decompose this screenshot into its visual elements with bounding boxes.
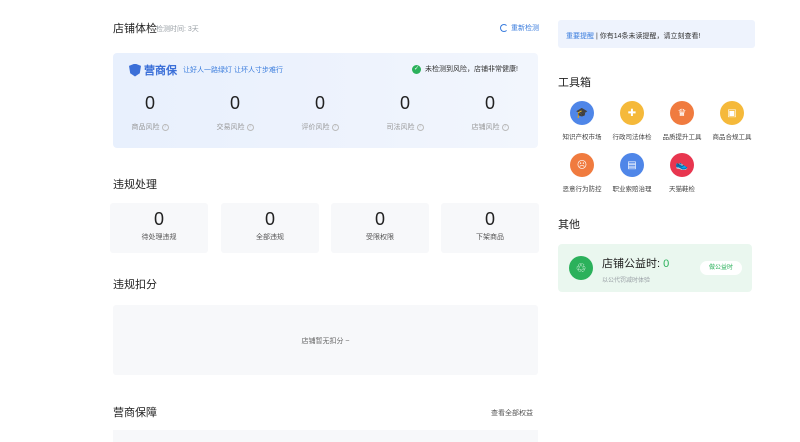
deduction-panel: 店铺暂无扣分 ~: [113, 305, 538, 375]
risk-product[interactable]: 0 商品风险?: [115, 93, 185, 134]
tool-label: 天猫鞋检: [669, 186, 695, 193]
guarantee-title: 营商保障: [113, 407, 157, 419]
risk-label: 店铺风险: [471, 124, 500, 131]
detect-time: 检测时间: 3天: [156, 26, 199, 33]
risk-label: 评价风险: [301, 124, 330, 131]
health-card: 营商保 让好人一路绿灯 让坏人寸步难行 ✓ 未检测到风险，店铺非常健康! 0 商…: [113, 53, 538, 148]
redetect-button[interactable]: 重新检测: [500, 23, 539, 33]
violation-label: 待处理违规: [141, 234, 177, 241]
toolbox-title: 工具箱: [558, 77, 591, 89]
risk-trade[interactable]: 0 交易风险?: [200, 93, 270, 134]
brand-logo: 营商保: [129, 62, 177, 78]
risk-value: 0: [229, 93, 240, 113]
violation-all[interactable]: 0 全部违规: [221, 203, 319, 253]
sad-face-icon: ☹: [570, 153, 594, 177]
tool-quality[interactable]: ♛ 品质提升工具: [657, 101, 707, 141]
violation-delisted[interactable]: 0 下架商品: [441, 203, 539, 253]
help-icon[interactable]: ?: [246, 123, 254, 131]
graduation-icon: 🎓: [570, 101, 594, 125]
notice-banner[interactable]: 重要提醒 | 你有14条未读提醒，请立刻查看!: [558, 20, 755, 48]
other-title: 其他: [558, 219, 580, 231]
deduction-title: 违规扣分: [113, 279, 157, 291]
charity-icon: ♲: [569, 256, 593, 280]
brand-name: 营商保: [144, 65, 177, 77]
help-icon[interactable]: ?: [501, 123, 509, 131]
crown-icon: ♛: [670, 101, 694, 125]
violation-label: 全部违规: [256, 234, 284, 241]
shoe-icon: 👟: [670, 153, 694, 177]
violation-label: 下架商品: [476, 234, 504, 241]
page-title: 店铺体检: [113, 23, 157, 35]
charity-value: 0: [663, 258, 670, 270]
notice-link[interactable]: 重要提醒: [566, 33, 594, 40]
charity-subtitle: 以公代罚减时体验: [602, 278, 651, 284]
tool-label: 知识产权市场: [562, 134, 602, 141]
charity-title: 店铺公益时: 0: [602, 258, 670, 270]
help-icon[interactable]: ?: [161, 123, 169, 131]
deduction-empty-text: 店铺暂无扣分 ~: [301, 338, 350, 345]
notice-text: | 你有14条未读提醒，请立刻查看!: [594, 33, 701, 40]
violation-pending[interactable]: 0 待处理违规: [110, 203, 208, 253]
violation-value: 0: [484, 209, 495, 229]
tool-claim-governance[interactable]: ▤ 职业索赔治理: [607, 153, 657, 193]
help-icon[interactable]: ?: [331, 123, 339, 131]
tool-shoe-check[interactable]: 👟 天猫鞋检: [657, 153, 707, 193]
violations-title: 违规处理: [113, 179, 157, 191]
health-status-text: 未检测到风险，店铺非常健康!: [425, 66, 518, 73]
risk-label: 交易风险: [216, 124, 245, 131]
tool-label: 商品合规工具: [712, 134, 752, 141]
refresh-icon: [500, 24, 508, 32]
tool-label: 品质提升工具: [662, 134, 702, 141]
check-circle-icon: ✓: [412, 64, 422, 74]
risk-review[interactable]: 0 评价风险?: [285, 93, 355, 134]
slogan: 让好人一路绿灯 让坏人寸步难行: [183, 67, 283, 74]
guarantee-panel: [113, 430, 538, 442]
tool-label: 行政司法体检: [612, 134, 652, 141]
briefcase-icon: ▣: [720, 101, 744, 125]
tool-label: 职业索赔治理: [612, 186, 652, 193]
redetect-label: 重新检测: [511, 25, 539, 32]
tool-judicial-check[interactable]: ✚ 行政司法体检: [607, 101, 657, 141]
risk-shop[interactable]: 0 店铺风险?: [455, 93, 525, 134]
risk-label: 商品风险: [131, 124, 160, 131]
risk-judicial[interactable]: 0 司法风险?: [370, 93, 440, 134]
risk-value: 0: [144, 93, 155, 113]
tool-ip-market[interactable]: 🎓 知识产权市场: [557, 101, 607, 141]
health-status: ✓ 未检测到风险，店铺非常健康!: [412, 64, 518, 74]
violation-restricted[interactable]: 0 受限权限: [331, 203, 429, 253]
do-charity-button[interactable]: 做公益时: [700, 261, 742, 275]
violation-value: 0: [264, 209, 275, 229]
tool-malicious-control[interactable]: ☹ 恶意行为防控: [557, 153, 607, 193]
charity-card[interactable]: ♲ 店铺公益时: 0 以公代罚减时体验 做公益时: [558, 244, 752, 292]
violation-value: 0: [374, 209, 385, 229]
shield-icon: [129, 63, 141, 77]
risk-label: 司法风险: [386, 124, 415, 131]
risk-value: 0: [399, 93, 410, 113]
risk-value: 0: [484, 93, 495, 113]
tool-compliance[interactable]: ▣ 商品合规工具: [707, 101, 757, 141]
violation-label: 受限权限: [366, 234, 394, 241]
violation-value: 0: [153, 209, 164, 229]
clipboard-icon: ▤: [620, 153, 644, 177]
medkit-icon: ✚: [620, 101, 644, 125]
help-icon[interactable]: ?: [416, 123, 424, 131]
view-all-rights-link[interactable]: 查看全部权益: [491, 408, 533, 418]
tool-label: 恶意行为防控: [562, 186, 602, 193]
risk-value: 0: [314, 93, 325, 113]
